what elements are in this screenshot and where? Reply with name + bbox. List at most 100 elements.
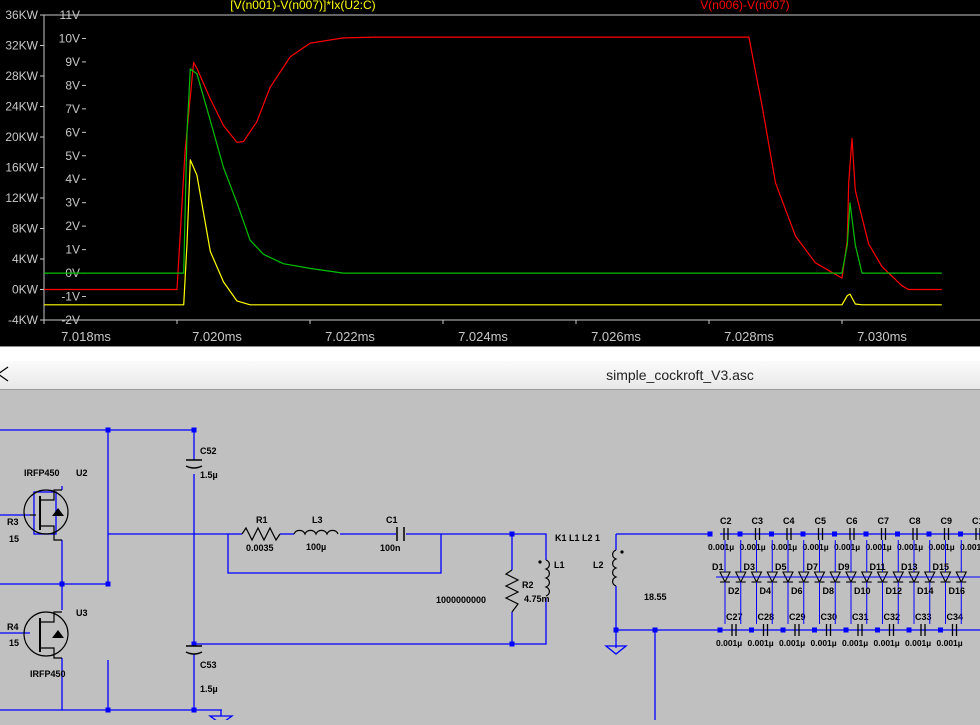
junction-dot [708, 532, 713, 537]
junction-dot [801, 532, 806, 537]
diode-ref-label: D13 [901, 562, 918, 572]
diode-ref-label: D1 [712, 562, 724, 572]
x-axis-tick-label: 7.022ms [325, 329, 375, 344]
cap-ref-label: C29 [789, 612, 806, 622]
right-axis-tick-label: 3V [65, 196, 80, 210]
diode-ref-label: D2 [728, 586, 740, 596]
junction-dot [927, 532, 932, 537]
junction-dot [653, 628, 658, 633]
r2-value-label: 1000000000 [436, 595, 486, 605]
trace-power[interactable] [44, 160, 942, 305]
junction-dot [738, 532, 743, 537]
cap-value-label: 0.001µ [740, 542, 766, 552]
pane-splitter[interactable] [0, 346, 980, 362]
cap-value-label: 0.001µ [716, 638, 742, 648]
junction-dot [875, 628, 880, 633]
cap-value-label: 0.001µ [897, 542, 923, 552]
left-axis-tick-label: -4KW [8, 313, 39, 327]
right-axis-tick-label: 1V [65, 243, 80, 257]
diode-ref-label: D14 [917, 586, 934, 596]
junction-dot [614, 628, 619, 633]
junction-dot [106, 582, 111, 587]
left-axis-tick-label: 32KW [5, 39, 38, 53]
diode-ref-label: D8 [823, 586, 835, 596]
resistor-r2[interactable]: R2 1000000000 [436, 570, 534, 612]
cap-value-label: 0.001µ [905, 638, 931, 648]
u3-model-label: IRFP450 [30, 669, 66, 679]
l1-ref-label: L1 [554, 560, 565, 570]
mosfet-u2[interactable]: IRFP450 U2 [24, 468, 88, 540]
capacitor-c53[interactable]: C53 1.5µ [186, 646, 218, 694]
junction-dot [864, 532, 869, 537]
left-axis-tick-label: 0KW [12, 283, 39, 297]
schematic-titlebar[interactable]: simple_cockroft_V3.asc [0, 361, 980, 390]
left-axis-tick-label: 4KW [12, 252, 39, 266]
left-axis: 36KW32KW28KW24KW20KW16KW12KW8KW4KW0KW-4K… [5, 8, 44, 327]
right-axis-tick-label: 2V [65, 219, 80, 233]
cap-value-label: 0.001µ [834, 542, 860, 552]
ground-symbol [210, 710, 232, 720]
cap-ref-label: C28 [758, 612, 775, 622]
junction-dot [812, 628, 817, 633]
r4-ref-label: R4 [7, 622, 19, 632]
diode-ref-label: D12 [886, 586, 903, 596]
waveform-plot[interactable]: 36KW32KW28KW24KW20KW16KW12KW8KW4KW0KW-4K… [0, 0, 980, 346]
u2-ref-label: U2 [76, 468, 88, 478]
junction-dot [510, 642, 515, 647]
trace-label-voltage[interactable]: V(n006)-V(n007) [700, 0, 789, 12]
l2-ref-label: L2 [593, 560, 604, 570]
right-axis-tick-label: 7V [65, 102, 80, 116]
cap-value-label: 0.001µ [803, 542, 829, 552]
waveform-plot-pane[interactable]: 36KW32KW28KW24KW20KW16KW12KW8KW4KW0KW-4K… [0, 0, 980, 346]
inductor-l3[interactable]: L3 100µ [294, 515, 338, 552]
mosfet-u3[interactable]: U3 IRFP450 [24, 608, 88, 679]
right-axis-tick-label: -1V [61, 290, 80, 304]
cap-ref-label: C33 [915, 612, 932, 622]
junction-dot [832, 532, 837, 537]
inductor-l2[interactable]: L2 18.55 [593, 550, 667, 602]
diode-ref-label: D9 [838, 562, 850, 572]
coupling-directive[interactable]: K1 L1 L2 1 [555, 533, 600, 543]
junction-dot [718, 628, 723, 633]
diode-ref-label: D15 [933, 562, 950, 572]
junction-dot [938, 628, 943, 633]
trace-label-power[interactable]: [V(n001)-V(n007)]*Ix(U2:C) [230, 0, 375, 12]
right-axis: 11V10V9V8V7V6V5V4V3V2V1V0V-1V-2V [59, 8, 86, 327]
cap-value-label: 0.001µ [779, 638, 805, 648]
junction-dot [907, 628, 912, 633]
l3-value-label: 100µ [306, 542, 326, 552]
diode-ref-label: D16 [949, 586, 966, 596]
junction-dot [106, 428, 111, 433]
resistor-r1[interactable]: R1 0.0035 [242, 515, 280, 553]
l2-value-label: 18.55 [644, 592, 667, 602]
l1-value-label: 4.75m [524, 594, 550, 604]
cap-value-label: 0.001µ [842, 638, 868, 648]
cap-ref-label: C6 [846, 516, 858, 526]
trace-green[interactable] [44, 69, 942, 273]
left-axis-tick-label: 28KW [5, 69, 38, 83]
junction-dot [781, 628, 786, 633]
cap-ref-label: C30 [821, 612, 838, 622]
x-axis: 7.018ms7.020ms7.022ms7.024ms7.026ms7.028… [44, 320, 907, 344]
l3-ref-label: L3 [312, 515, 323, 525]
x-axis-tick-label: 7.026ms [591, 329, 641, 344]
left-axis-tick-label: 12KW [5, 191, 38, 205]
junction-dot [749, 628, 754, 633]
resistor-r3[interactable]: R3 15 [7, 517, 19, 544]
cap-ref-label: C5 [815, 516, 827, 526]
junction-dot [192, 708, 197, 713]
schematic-window-title: simple_cockroft_V3.asc [0, 367, 980, 383]
schematic-canvas[interactable]: IRFP450 U2 U3 IRFP450 R3 15 R4 15 C52 1.… [0, 390, 980, 720]
resistor-r4[interactable]: R4 15 [7, 622, 19, 648]
right-axis-tick-label: 10V [59, 31, 80, 45]
diode-ref-label: D10 [854, 586, 871, 596]
cap-value-label: 0.001µ [771, 542, 797, 552]
r1-ref-label: R1 [256, 515, 268, 525]
junction-dot [510, 532, 515, 537]
trace-voltage[interactable] [44, 37, 942, 289]
capacitor-c52[interactable]: C52 1.5µ [186, 446, 218, 480]
u3-ref-label: U3 [76, 608, 88, 618]
u2-model-label: IRFP450 [24, 468, 60, 478]
cap-value-label: 0.001µ [960, 542, 980, 552]
cap-ref-label: C34 [947, 612, 964, 622]
